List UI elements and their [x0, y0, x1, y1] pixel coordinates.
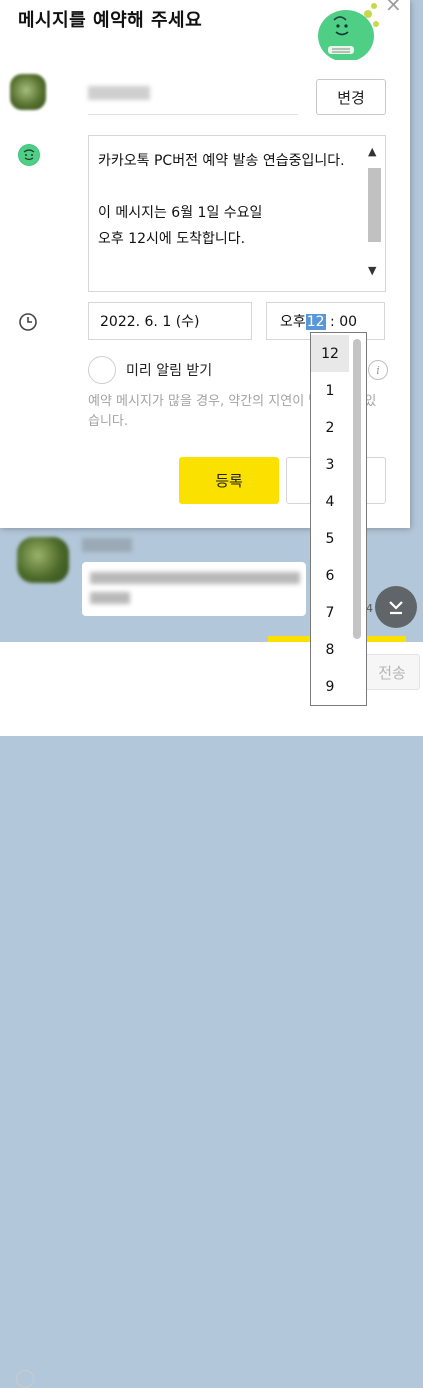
- hour-option[interactable]: 9: [311, 668, 349, 705]
- message-face-icon: [18, 144, 40, 166]
- dialog-title: 메시지를 예약해 주세요: [18, 10, 203, 31]
- time-minute[interactable]: 00: [339, 314, 357, 330]
- send-button[interactable]: 전송: [364, 654, 420, 690]
- chat-message-bubble[interactable]: [82, 562, 306, 616]
- info-icon[interactable]: i: [368, 360, 388, 380]
- recipient-underline: [88, 114, 298, 115]
- hour-option[interactable]: 5: [311, 520, 349, 557]
- hour-option[interactable]: 7: [311, 594, 349, 631]
- reminder-checkbox[interactable]: [88, 356, 116, 384]
- time-period[interactable]: 오후: [280, 314, 306, 330]
- change-recipient-button[interactable]: 변경: [316, 79, 386, 115]
- hour-dropdown[interactable]: 12 1 2 3 4 5 6 7 8 9: [310, 332, 367, 706]
- hour-option[interactable]: 6: [311, 557, 349, 594]
- date-picker-field[interactable]: 2022. 6. 1 (수): [88, 302, 252, 340]
- message-textarea[interactable]: 카카오톡 PC버전 예약 발송 연습중입니다. 이 메시지는 6월 1일 수요일…: [88, 135, 386, 292]
- chat-sender-name-blurred: [82, 538, 132, 552]
- recipient-name-blurred: [88, 86, 150, 100]
- chevron-down-icon: [389, 601, 403, 615]
- register-button[interactable]: 등록: [179, 457, 279, 504]
- message-scrollbar[interactable]: ▲ ▼: [363, 136, 385, 291]
- hour-option[interactable]: 4: [311, 483, 349, 520]
- chat-sender-avatar[interactable]: [17, 537, 69, 583]
- chat-message-time: 4: [366, 602, 373, 615]
- scroll-up-icon[interactable]: ▲: [368, 145, 376, 158]
- reminder-label[interactable]: 미리 알림 받기: [126, 360, 212, 380]
- time-separator: :: [330, 314, 335, 330]
- hour-dropdown-scrollbar[interactable]: [353, 339, 361, 639]
- scroll-to-bottom-button[interactable]: [375, 586, 417, 628]
- hour-option[interactable]: 2: [311, 409, 349, 446]
- emoticon-icon[interactable]: [16, 1370, 34, 1388]
- clock-icon: [19, 313, 37, 331]
- close-icon[interactable]: ×: [385, 0, 402, 16]
- time-hour[interactable]: 12: [305, 314, 326, 330]
- message-text: 카카오톡 PC버전 예약 발송 연습중입니다. 이 메시지는 6월 1일 수요일…: [98, 153, 345, 247]
- hour-option[interactable]: 8: [311, 631, 349, 668]
- recipient-avatar: [10, 74, 46, 110]
- hour-option[interactable]: 1: [311, 372, 349, 409]
- scroll-down-icon[interactable]: ▼: [368, 264, 376, 277]
- mascot-character-icon: [318, 3, 379, 60]
- message-scroll-thumb[interactable]: [368, 168, 381, 242]
- hour-option[interactable]: 12: [311, 335, 349, 372]
- hour-option[interactable]: 3: [311, 446, 349, 483]
